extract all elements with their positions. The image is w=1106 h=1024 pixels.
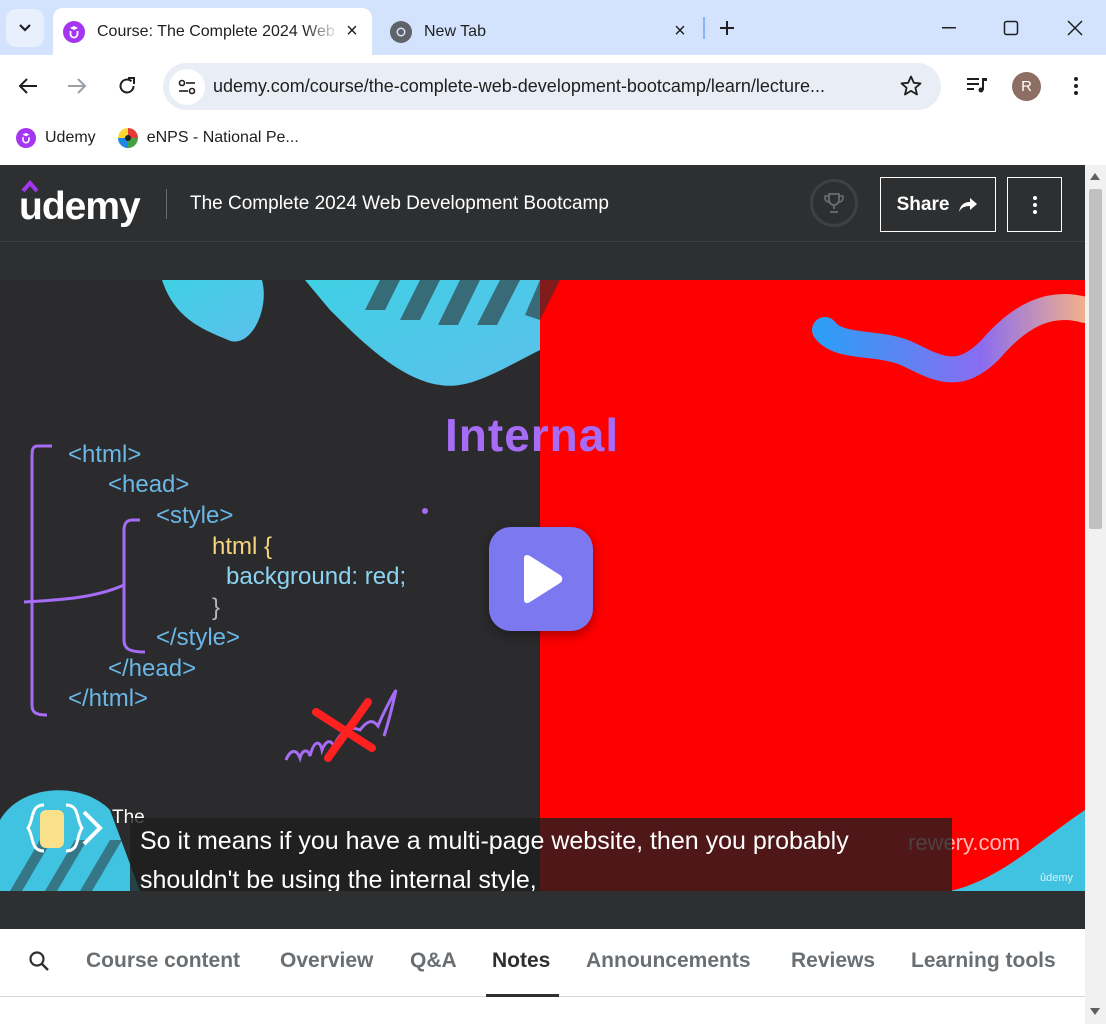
code-html-open: <html> [68,441,142,468]
queue-music-icon [967,78,987,93]
enps-icon [117,128,138,148]
page-scrollbar[interactable] [1085,165,1106,1024]
search-button[interactable] [28,950,50,977]
profile-avatar[interactable]: R [1012,72,1041,101]
chevron-down-icon [19,24,31,32]
tab-notes[interactable]: Notes [492,949,550,973]
code-line: html { [212,532,272,563]
new-tab-button[interactable] [712,13,742,43]
header-divider [166,189,167,219]
close-icon [1067,20,1083,36]
tab-udemy-course[interactable]: Course: The Complete 2024 Web Developmen… [53,8,372,55]
minimize-icon [942,27,956,29]
tab-panel [0,997,1085,1024]
close-tab-icon[interactable]: × [340,20,364,44]
scroll-up-icon[interactable] [1090,173,1100,180]
more-vert-icon [1074,77,1078,95]
tab-overview[interactable]: Overview [280,949,373,973]
trophy-icon [824,193,844,213]
caption-line: shouldn't be using the internal style, [140,866,537,891]
tab-learning-tools[interactable]: Learning tools [911,949,1056,973]
arrow-left-icon [18,78,37,94]
svg-text:udemy: udemy [19,185,141,227]
code-head-open: <head> [108,471,190,498]
code-selector: html { [212,533,273,560]
code-line: <html> [68,440,141,471]
tab-course-content[interactable]: Course content [86,949,240,973]
close-tab-icon[interactable]: × [668,20,692,44]
code-brace-close: } [212,594,221,621]
tab-title: Course: The Complete 2024 Web Developmen… [97,22,340,40]
arrow-right-icon [68,78,87,94]
tab-qa[interactable]: Q&A [410,949,457,973]
code-line: background: red; [226,562,406,593]
video-caption: So it means if you have a multi-page web… [130,818,952,891]
minimize-button[interactable] [926,10,972,46]
search-icon [29,951,49,971]
caption-line: So it means if you have a multi-page web… [140,827,849,855]
bookmark-label: Udemy [45,129,96,146]
play-icon [524,554,563,604]
tab-announcements[interactable]: Announcements [586,949,751,973]
tab-search-button[interactable] [6,9,44,47]
udemy-logo[interactable]: udemy [19,179,149,232]
code-line: </head> [108,654,196,685]
maximize-icon [1003,20,1019,36]
udemy-favicon-icon [16,128,36,148]
video-player[interactable]: Internal <html> <head> <style> html { ba… [0,280,1085,891]
udemy-page: udemy The Complete 2024 Web Development … [0,165,1085,1024]
tab-strip: Course: The Complete 2024 Web Developmen… [0,0,1106,55]
code-line: <head> [108,470,189,501]
bookmark-enps[interactable]: eNPS - National Pe... [117,128,299,148]
code-line: <style> [156,501,233,532]
slide-title: Internal [445,409,620,461]
browser-menu-button[interactable] [1059,69,1093,103]
address-url: udemy.com/course/the-complete-web-develo… [213,76,825,96]
code-line: </html> [68,684,148,715]
udemy-watermark: ûdemy [1040,872,1074,884]
media-control-button[interactable] [960,69,994,103]
scroll-down-icon[interactable] [1090,1008,1100,1015]
bookmark-udemy[interactable]: Udemy [16,128,96,148]
address-bar[interactable]: udemy.com/course/the-complete-web-develo… [163,63,941,110]
close-window-button[interactable] [1052,10,1098,46]
share-button[interactable]: Share [880,177,996,232]
tab-new-tab[interactable]: New Tab × [380,8,700,55]
course-tabs: Course content Overview Q&A Notes Announ… [0,929,1085,997]
play-button[interactable] [489,527,593,631]
tab-title: New Tab [424,22,486,40]
chrome-icon [390,20,412,43]
bookmark-label: eNPS - National Pe... [146,129,299,146]
site-settings-icon[interactable] [169,68,205,105]
tab-divider [703,17,705,39]
course-title: The Complete 2024 Web Development Bootca… [190,193,609,214]
share-arrow-icon [959,197,978,212]
back-button[interactable] [11,69,45,103]
scroll-thumb[interactable] [1089,189,1102,529]
course-header: udemy The Complete 2024 Web Development … [0,165,1085,242]
udemy-favicon-icon [63,20,85,43]
bookmarks-bar: Udemy eNPS - National Pe... [0,117,1106,159]
more-options-button[interactable] [1007,177,1062,232]
code-head-close: </head> [108,655,197,682]
share-label: Share [896,193,950,215]
reload-icon [119,77,135,94]
more-vert-icon [1032,195,1037,214]
maximize-button[interactable] [988,10,1034,46]
code-line: </style> [156,623,240,654]
browser-toolbar: udemy.com/course/the-complete-web-develo… [0,55,1106,117]
code-line: } [212,593,220,624]
code-style-close: </style> [156,624,241,651]
progress-trophy[interactable] [810,179,858,227]
plus-icon [720,21,734,35]
reload-button[interactable] [110,69,144,103]
tab-reviews[interactable]: Reviews [791,949,875,973]
bookmark-star-icon[interactable] [899,74,923,103]
code-declaration: background: red; [226,563,407,590]
code-style-open: <style> [156,502,234,529]
code-html-close: </html> [68,685,149,712]
forward-button[interactable] [60,69,94,103]
